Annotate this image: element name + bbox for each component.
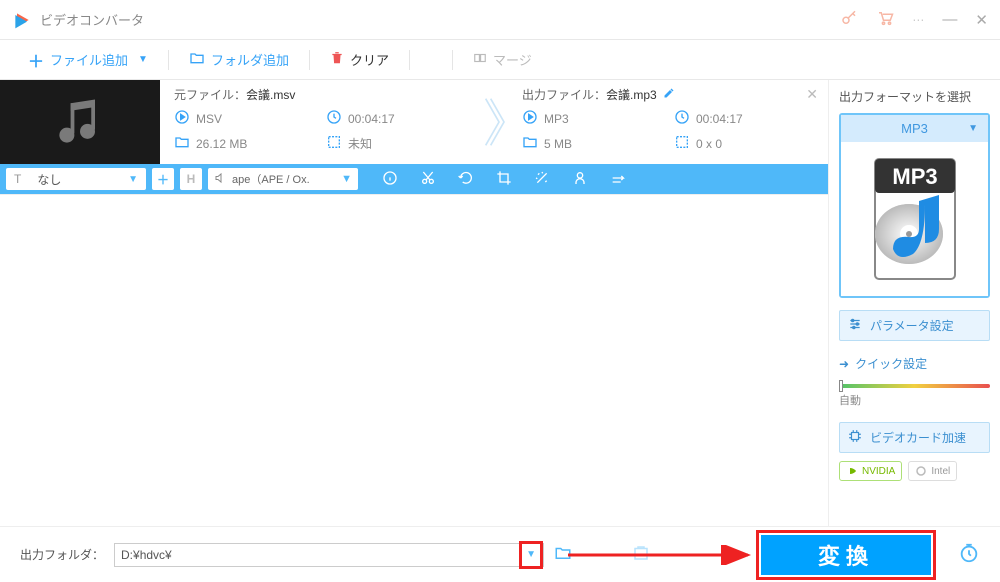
minimize-button[interactable]: — <box>942 11 957 28</box>
file-list: 元ファイル：会議.msv MSV 00:04:17 26.12 MB 未知 <box>0 80 828 526</box>
intel-chip: Intel <box>908 461 957 481</box>
main-toolbar: ＋ ファイル追加 ▼ フォルダ追加 クリア マージ <box>0 40 1000 80</box>
media-icon <box>174 109 190 128</box>
chevron-down-icon: ▼ <box>128 174 138 185</box>
source-info: 元ファイル：会議.msv MSV 00:04:17 26.12 MB 未知 <box>160 80 480 164</box>
arrow-right-icon: ➜ <box>839 357 849 371</box>
folder-icon <box>522 134 538 153</box>
add-file-button[interactable]: ＋ ファイル追加 ▼ <box>20 44 156 76</box>
chevron-down-icon: ▼ <box>341 173 352 185</box>
output-folder-field[interactable]: D:¥hdvc¥ ▼ <box>114 543 544 567</box>
output-folder-label: 出力フォルダ： <box>20 546 104 563</box>
dimension-icon <box>326 134 342 153</box>
cut-tool-icon[interactable] <box>420 170 436 189</box>
nvidia-chip: NVIDIA <box>839 461 902 481</box>
hardware-accel-button[interactable]: ビデオカード加速 <box>839 422 990 453</box>
sidebar-title: 出力フォーマットを選択 <box>839 88 990 105</box>
footer: 出力フォルダ： D:¥hdvc¥ ▼ 変換 <box>0 526 1000 582</box>
dimension-icon <box>674 134 690 153</box>
file-thumbnail <box>0 80 160 164</box>
key-icon[interactable] <box>840 9 858 30</box>
app-title: ビデオコンバータ <box>40 10 840 29</box>
rotate-tool-icon[interactable] <box>458 170 474 189</box>
annotation-arrow <box>568 545 758 565</box>
chevron-down-icon[interactable]: ▼ <box>968 123 978 134</box>
sidebar: 出力フォーマットを選択 MP3▼ MP3 パラメータ設定 <box>828 80 1000 526</box>
media-icon <box>522 109 538 128</box>
titlebar-actions: ⋯ <box>840 9 924 30</box>
parameter-settings-button[interactable]: パラメータ設定 <box>839 310 990 341</box>
convert-button-highlight: 変換 <box>756 530 936 580</box>
svg-text:MP3: MP3 <box>892 164 937 189</box>
clear-button[interactable]: クリア <box>322 46 397 73</box>
clock-icon <box>326 109 342 128</box>
format-name: MP3▼ <box>841 115 988 142</box>
gear-icon[interactable]: ⋯ <box>912 13 924 27</box>
h-button[interactable]: H <box>180 168 202 190</box>
file-item: 元ファイル：会議.msv MSV 00:04:17 26.12 MB 未知 <box>0 80 828 195</box>
titlebar: ビデオコンバータ ⋯ — ✕ <box>0 0 1000 40</box>
effect-tool-icon[interactable] <box>534 170 550 189</box>
file-action-bar: Tなし▼ ＋ H ape（APE / Ox.▼ <box>0 164 828 194</box>
merge-icon <box>473 51 487 68</box>
quality-label: 自動 <box>839 392 990 408</box>
merge-button[interactable]: マージ <box>465 46 540 73</box>
folder-icon <box>174 134 190 153</box>
arrow-separator-icon <box>480 80 508 164</box>
settings-icon <box>848 317 862 334</box>
output-info: ✕ 出力ファイル：会議.mp3 MP3 00:04:17 5 MB 0 x 0 <box>508 80 828 164</box>
quality-slider[interactable] <box>839 384 990 388</box>
subtitle-tool-icon[interactable] <box>610 170 626 189</box>
convert-button[interactable]: 変換 <box>761 535 931 575</box>
crop-tool-icon[interactable] <box>496 170 512 189</box>
audio-track-select[interactable]: ape（APE / Ox.▼ <box>208 168 358 190</box>
cart-icon[interactable] <box>876 9 894 30</box>
remove-file-button[interactable]: ✕ <box>806 86 818 103</box>
add-track-button[interactable]: ＋ <box>152 168 174 190</box>
info-tool-icon[interactable] <box>382 170 398 189</box>
close-button[interactable]: ✕ <box>975 11 988 29</box>
trash-icon <box>330 51 344 68</box>
folder-icon <box>189 50 205 69</box>
format-selector[interactable]: MP3▼ MP3 <box>839 113 990 298</box>
speaker-icon <box>214 172 226 187</box>
chevron-down-icon[interactable]: ▼ <box>138 54 148 65</box>
format-icon: MP3 <box>841 142 988 296</box>
schedule-icon[interactable] <box>958 542 980 567</box>
watermark-tool-icon[interactable] <box>572 170 588 189</box>
quick-settings-label: ➜ クイック設定 <box>839 355 990 372</box>
clock-icon <box>674 109 690 128</box>
add-folder-button[interactable]: フォルダ追加 <box>181 46 297 73</box>
chip-icon <box>848 429 862 446</box>
subtitle-select[interactable]: Tなし▼ <box>6 168 146 190</box>
edit-tools <box>382 170 626 189</box>
app-logo-icon <box>12 10 32 30</box>
output-folder-dropdown[interactable]: ▼ <box>519 541 543 569</box>
edit-icon[interactable] <box>663 88 675 102</box>
